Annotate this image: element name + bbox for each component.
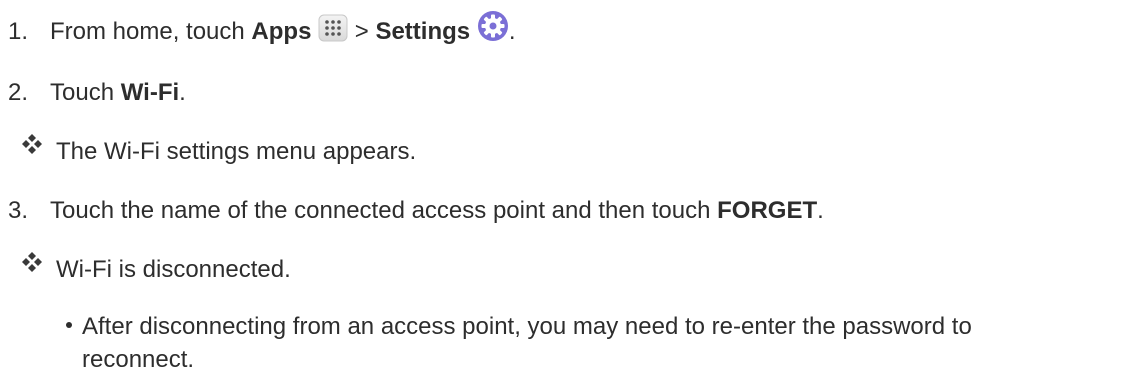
step-separator: > xyxy=(348,18,376,45)
step-text: Touch the name of the connected access p… xyxy=(50,197,718,224)
wifi-label: Wi-Fi xyxy=(120,79,180,106)
result-text: Wi-Fi is disconnected. xyxy=(56,256,291,283)
result-diamond-icon xyxy=(21,251,43,273)
step-suffix: . xyxy=(817,197,824,224)
apps-grid-icon xyxy=(318,14,348,50)
note-line-1: After disconnecting from an access point… xyxy=(66,312,972,342)
step-3: 3. Touch the name of the connected access… xyxy=(8,196,824,226)
step-text: From home, touch xyxy=(50,18,252,45)
bullet-dot-icon xyxy=(66,321,72,328)
step-1: 1. From home, touch Apps > Settings . xyxy=(8,10,515,50)
forget-label: FORGET xyxy=(717,197,818,224)
step-2: 2. Touch Wi-Fi. xyxy=(8,78,186,108)
apps-label: Apps xyxy=(251,18,312,45)
step-number: 1. xyxy=(8,18,29,45)
result-diamond-icon xyxy=(21,133,43,155)
note-text: After disconnecting from an access point… xyxy=(82,313,972,340)
note-line-2: reconnect. xyxy=(82,346,195,373)
step-text: Touch xyxy=(50,79,121,106)
step-suffix: . xyxy=(508,18,516,45)
settings-gear-icon xyxy=(477,10,509,50)
result-text: The Wi-Fi settings menu appears. xyxy=(56,138,417,165)
step-number: 3. xyxy=(8,197,29,224)
settings-label: Settings xyxy=(375,18,471,45)
step-suffix: . xyxy=(179,79,186,106)
step-number: 2. xyxy=(8,79,29,106)
